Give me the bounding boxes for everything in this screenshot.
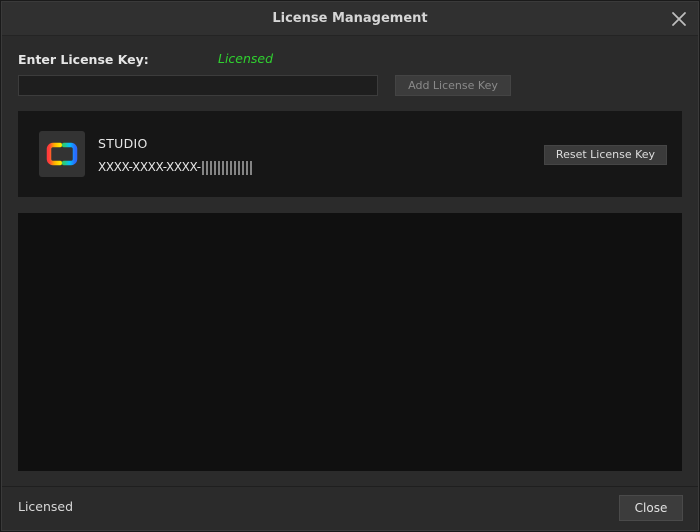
product-license-key: XXXX-XXXX-XXXX- — [98, 160, 252, 175]
license-list-item: STUDIO XXXX-XXXX-XXXX- Reset License Key — [18, 111, 682, 197]
license-details-panel — [18, 213, 682, 471]
add-license-key-button[interactable]: Add License Key — [395, 75, 511, 96]
reset-license-key-button[interactable]: Reset License Key — [544, 145, 667, 165]
footer-status-text: Licensed — [18, 499, 74, 514]
license-dialog: License Management Enter License Key: Li… — [1, 1, 699, 531]
product-name: STUDIO — [98, 136, 148, 151]
dialog-title: License Management — [272, 11, 428, 26]
close-button[interactable]: Close — [619, 495, 683, 521]
enter-license-key-label: Enter License Key: — [18, 52, 149, 67]
redacted-key-segment — [201, 160, 252, 175]
license-key-text: XXXX-XXXX-XXXX- — [98, 160, 201, 174]
license-status-text: Licensed — [218, 51, 274, 66]
titlebar: License Management — [2, 2, 698, 36]
app-logo-icon — [39, 131, 85, 177]
close-icon[interactable] — [670, 10, 688, 28]
footer-divider — [2, 486, 698, 487]
license-key-input[interactable] — [18, 75, 378, 96]
